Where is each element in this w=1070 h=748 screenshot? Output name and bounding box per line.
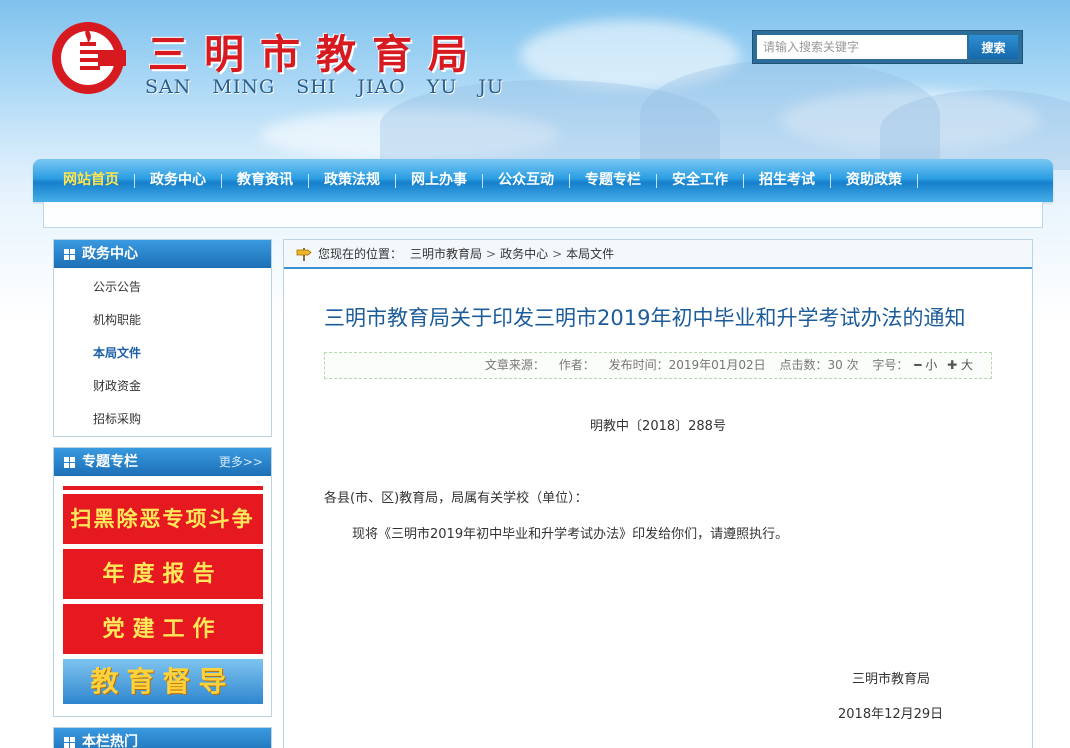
article-body: 现将《三明市2019年初中毕业和升学考试办法》印发给你们，请遵照执行。: [352, 527, 789, 542]
breadcrumb: 您现在的位置： 三明市教育局 > 政务中心 > 本局文件: [284, 240, 1032, 269]
signpost-icon: [296, 247, 312, 261]
nav-divider: [917, 173, 918, 188]
meta-source: 文章来源：: [484, 358, 545, 372]
article-panel: 您现在的位置： 三明市教育局 > 政务中心 > 本局文件 三明市教育局关于印发三…: [283, 239, 1033, 748]
more-link[interactable]: 更多>>: [219, 448, 263, 476]
meta-date: 发布时间：2019年01月02日: [608, 358, 766, 372]
main-nav: 网站首页 政务中心 教育资讯 政策法规 网上办事 公众互动 专题专栏 安全工作 …: [33, 159, 1053, 202]
sidebar-special-topics: 专题专栏 更多>> 扫黑除恶专项斗争 年度报告 党建工作 教育督导: [53, 447, 272, 717]
banner-party-building[interactable]: 党建工作: [62, 604, 263, 654]
nav-item-edu-news[interactable]: 教育资讯: [222, 159, 308, 202]
breadcrumb-link-bureau-documents[interactable]: 本局文件: [566, 245, 614, 262]
sidebar-item-functions[interactable]: 机构职能: [54, 304, 271, 337]
sidebar-header: 本栏热门: [54, 728, 271, 748]
banner-top-strip: [62, 486, 263, 490]
document-number: 明教中〔2018〕288号: [590, 419, 726, 434]
nav-subbar: [43, 202, 1043, 228]
site-title: 三明市教育局: [148, 31, 484, 78]
sidebar-menu: 公示公告 机构职能 本局文件 财政资金 招标采购: [54, 268, 271, 440]
sidebar-title: 本栏热门: [82, 734, 138, 748]
sidebar-item-bureau-documents[interactable]: 本局文件: [54, 337, 271, 370]
article-salutation: 各县(市、区)教育局，局属有关学校（单位）：: [324, 491, 588, 506]
sidebar-item-procurement[interactable]: 招标采购: [54, 403, 271, 436]
grid-icon: [64, 736, 75, 748]
search-box: 搜索: [752, 30, 1023, 64]
meta-views: 点击数：30 次: [779, 358, 859, 372]
sidebar-gov-center: 政务中心 公示公告 机构职能 本局文件 财政资金 招标采购: [53, 239, 272, 437]
font-smaller-button[interactable]: ━ 小: [914, 358, 937, 372]
search-button[interactable]: 搜索: [969, 35, 1018, 59]
sidebar-header: 专题专栏 更多>>: [54, 448, 271, 476]
nav-item-safety[interactable]: 安全工作: [657, 159, 743, 202]
nav-item-public-interaction[interactable]: 公众互动: [483, 159, 569, 202]
sidebar-header: 政务中心: [54, 240, 271, 268]
nav-item-special-topics[interactable]: 专题专栏: [570, 159, 656, 202]
article-meta: 文章来源： 作者： 发布时间：2019年01月02日 点击数：30 次 字号： …: [324, 352, 992, 379]
breadcrumb-separator: >: [552, 246, 563, 261]
sidebar-item-finance[interactable]: 财政资金: [54, 370, 271, 403]
grid-icon: [64, 456, 75, 468]
nav-item-home[interactable]: 网站首页: [61, 159, 134, 202]
breadcrumb-separator: >: [486, 246, 497, 261]
signature-date: 2018年12月29日: [838, 707, 944, 722]
sidebar-item-announcements[interactable]: 公示公告: [54, 271, 271, 304]
meta-author: 作者：: [558, 358, 595, 372]
banner-education-supervision[interactable]: 教育督导: [62, 659, 263, 704]
font-larger-button[interactable]: ✚ 大: [947, 358, 973, 372]
grid-icon: [64, 248, 75, 260]
article-title: 三明市教育局关于印发三明市2019年初中毕业和升学考试办法的通知: [324, 306, 966, 330]
meta-font-label: 字号：: [872, 358, 909, 372]
nav-item-policies[interactable]: 政策法规: [309, 159, 395, 202]
education-bureau-logo: [52, 22, 126, 94]
signature-organization: 三明市教育局: [852, 672, 931, 687]
nav-item-online-services[interactable]: 网上办事: [396, 159, 482, 202]
banner-anti-crime[interactable]: 扫黑除恶专项斗争: [62, 494, 263, 544]
site-subtitle: SAN MING SHI JIAO YU JU: [145, 76, 505, 98]
sidebar-hot: 本栏热门: [53, 727, 272, 748]
breadcrumb-prefix: 您现在的位置：: [318, 247, 403, 261]
sidebar-title: 政务中心: [82, 246, 138, 262]
breadcrumb-link-home[interactable]: 三明市教育局: [410, 245, 482, 262]
nav-item-gov-center[interactable]: 政务中心: [135, 159, 221, 202]
mountain-decoration: [880, 90, 1070, 170]
banner-annual-report[interactable]: 年度报告: [62, 549, 263, 599]
breadcrumb-link-gov-center[interactable]: 政务中心: [500, 245, 548, 262]
sidebar-title: 专题专栏: [82, 454, 138, 470]
search-input[interactable]: [757, 35, 967, 59]
nav-item-financial-aid[interactable]: 资助政策: [831, 159, 917, 202]
nav-item-admissions[interactable]: 招生考试: [744, 159, 830, 202]
